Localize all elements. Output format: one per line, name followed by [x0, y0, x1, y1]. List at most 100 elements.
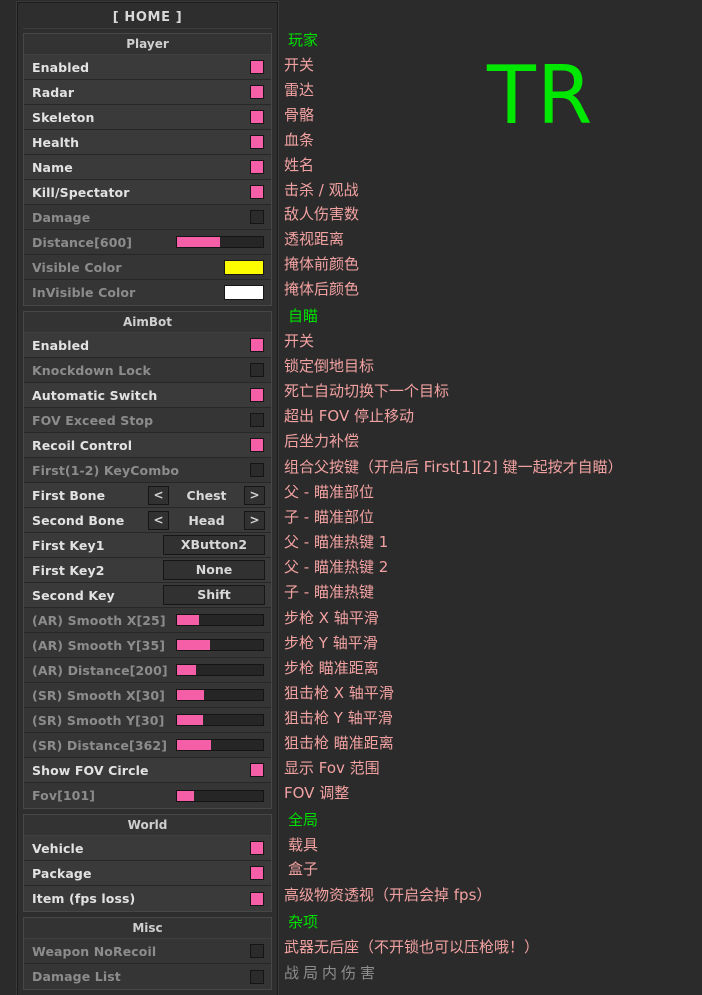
annotation-line: 掩体后颜色 — [284, 280, 360, 298]
row-label: Vehicle — [32, 840, 84, 856]
row-player-invisible-color[interactable]: InVisible Color — [24, 280, 271, 305]
row-world-item[interactable]: Item (fps loss) — [24, 886, 271, 911]
slider-sr-smooth-x[interactable] — [176, 689, 264, 701]
slider-sr-smooth-y[interactable] — [176, 714, 264, 726]
keybind-second-key[interactable]: Shift — [163, 585, 265, 605]
annotation-line: 狙击枪 瞄准距离 — [284, 734, 394, 752]
next-arrow-icon[interactable]: > — [244, 485, 265, 505]
row-aimbot-sr-smooth-y[interactable]: (SR) Smooth Y[30] — [24, 708, 271, 733]
row-aimbot-automatic-switch[interactable]: Automatic Switch — [24, 383, 271, 408]
row-aimbot-fov[interactable]: Fov[101] — [24, 783, 271, 808]
checkbox-enabled[interactable] — [250, 338, 264, 352]
checkbox-vehicle[interactable] — [250, 841, 264, 855]
checkbox-automatic-switch[interactable] — [250, 388, 264, 402]
annotation-line: 武器无后座（不开锁也可以压枪哦！） — [284, 938, 540, 956]
checkbox-name[interactable] — [250, 160, 264, 174]
checkbox-damage-list[interactable] — [250, 969, 264, 984]
row-label: First Key2 — [32, 562, 105, 578]
row-aimbot-ar-distance[interactable]: (AR) Distance[200] — [24, 658, 271, 683]
annotation-line: 骨骼 — [284, 106, 315, 124]
checkbox-package[interactable] — [250, 866, 264, 880]
keybind-first-key2[interactable]: None — [163, 560, 265, 580]
row-player-name[interactable]: Name — [24, 155, 271, 180]
prev-arrow-icon[interactable]: < — [148, 485, 169, 505]
row-label: Radar — [32, 84, 75, 100]
row-player-distance[interactable]: Distance[600] — [24, 230, 271, 255]
annotation-line: 组合父按键（开启后 First[1][2] 键一起按才自瞄） — [284, 458, 623, 476]
checkbox-kill-spectator[interactable] — [250, 185, 264, 199]
row-player-damage[interactable]: Damage — [24, 205, 271, 230]
row-label: Package — [32, 865, 92, 881]
row-player-health[interactable]: Health — [24, 130, 271, 155]
row-world-vehicle[interactable]: Vehicle — [24, 836, 271, 861]
row-world-package[interactable]: Package — [24, 861, 271, 886]
annotation-line: 步枪 瞄准距离 — [284, 659, 379, 677]
annotation-line: 全局 — [288, 811, 319, 829]
color-swatch-invisible-color[interactable] — [224, 285, 264, 300]
row-aimbot-knockdown-lock[interactable]: Knockdown Lock — [24, 358, 271, 383]
row-aimbot-sr-distance[interactable]: (SR) Distance[362] — [24, 733, 271, 758]
slider-ar-distance[interactable] — [176, 664, 264, 676]
row-player-skeleton[interactable]: Skeleton — [24, 105, 271, 130]
row-aimbot-second-key[interactable]: Second Key Shift — [24, 583, 271, 608]
annotation-line: 父 - 瞄准部位 — [284, 483, 374, 501]
row-label: InVisible Color — [32, 285, 136, 300]
annotation-line: 狙击枪 Y 轴平滑 — [284, 709, 393, 727]
checkbox-knockdown-lock[interactable] — [250, 363, 264, 377]
row-aimbot-first-bone[interactable]: First Bone < Chest > — [24, 483, 271, 508]
annotation-line: 步枪 X 轴平滑 — [284, 609, 379, 627]
row-misc-damage-list[interactable]: Damage List — [24, 964, 271, 989]
slider-fill — [177, 640, 210, 650]
row-aimbot-ar-smooth-x[interactable]: (AR) Smooth X[25] — [24, 608, 271, 633]
checkbox-weapon-norecoil[interactable] — [250, 944, 264, 958]
checkbox-first-keycombo[interactable] — [250, 463, 264, 477]
next-arrow-icon[interactable]: > — [244, 510, 265, 530]
keybind-first-key1[interactable]: XButton2 — [163, 535, 265, 555]
checkbox-item[interactable] — [250, 891, 264, 906]
annotation-line: 锁定倒地目标 — [284, 357, 375, 375]
row-player-kill-spectator[interactable]: Kill/Spectator — [24, 180, 271, 205]
checkbox-damage[interactable] — [250, 210, 264, 224]
slider-fill — [177, 715, 203, 725]
annotation-line: 超出 FOV 停止移动 — [284, 407, 414, 425]
slider-ar-smooth-x[interactable] — [176, 614, 264, 626]
row-label: (SR) Smooth Y[30] — [32, 712, 165, 728]
group-header-world: World — [24, 815, 271, 836]
row-aimbot-first-key2[interactable]: First Key2 None — [24, 558, 271, 583]
checkbox-show-fov-circle[interactable] — [250, 763, 264, 777]
row-aimbot-show-fov-circle[interactable]: Show FOV Circle — [24, 758, 271, 783]
annotation-line: 战局内伤害 — [284, 964, 380, 982]
row-aimbot-ar-smooth-y[interactable]: (AR) Smooth Y[35] — [24, 633, 271, 658]
color-swatch-visible-color[interactable] — [224, 259, 264, 275]
checkbox-recoil-control[interactable] — [250, 438, 264, 452]
row-aimbot-sr-smooth-x[interactable]: (SR) Smooth X[30] — [24, 683, 271, 708]
screen: [ HOME ] Player Enabled Radar Skeleton Healt… — [0, 0, 702, 995]
row-aimbot-second-bone[interactable]: Second Bone < Head > — [24, 508, 271, 533]
slider-ar-smooth-y[interactable] — [176, 639, 264, 651]
checkbox-health[interactable] — [250, 135, 264, 149]
row-player-radar[interactable]: Radar — [24, 80, 271, 105]
slider-sr-distance[interactable] — [176, 739, 264, 751]
row-label: Damage List — [32, 969, 121, 984]
slider-fill — [177, 790, 195, 801]
stepper-second-bone: < Head > — [148, 510, 265, 530]
row-player-visible-color[interactable]: Visible Color — [24, 255, 271, 280]
row-aimbot-enabled[interactable]: Enabled — [24, 333, 271, 358]
row-aimbot-first-key1[interactable]: First Key1 XButton2 — [24, 533, 271, 558]
prev-arrow-icon[interactable]: < — [148, 510, 169, 530]
row-label: Recoil Control — [32, 437, 133, 453]
checkbox-fov-exceed-stop[interactable] — [250, 413, 264, 427]
row-label: Distance[600] — [32, 234, 133, 250]
checkbox-skeleton[interactable] — [250, 110, 264, 124]
row-misc-weapon-norecoil[interactable]: Weapon NoRecoil — [24, 939, 271, 964]
row-player-enabled[interactable]: Enabled — [24, 55, 271, 80]
row-aimbot-recoil-control[interactable]: Recoil Control — [24, 433, 271, 458]
slider-distance[interactable] — [176, 236, 264, 248]
row-aimbot-fov-exceed-stop[interactable]: FOV Exceed Stop — [24, 408, 271, 433]
checkbox-enabled[interactable] — [250, 60, 264, 74]
row-label: Second Bone — [32, 512, 125, 528]
checkbox-radar[interactable] — [250, 85, 264, 99]
cheat-menu-window: [ HOME ] Player Enabled Radar Skeleton Healt… — [16, 1, 279, 995]
row-aimbot-first-keycombo[interactable]: First(1-2) KeyCombo — [24, 458, 271, 483]
slider-fov[interactable] — [176, 789, 264, 802]
